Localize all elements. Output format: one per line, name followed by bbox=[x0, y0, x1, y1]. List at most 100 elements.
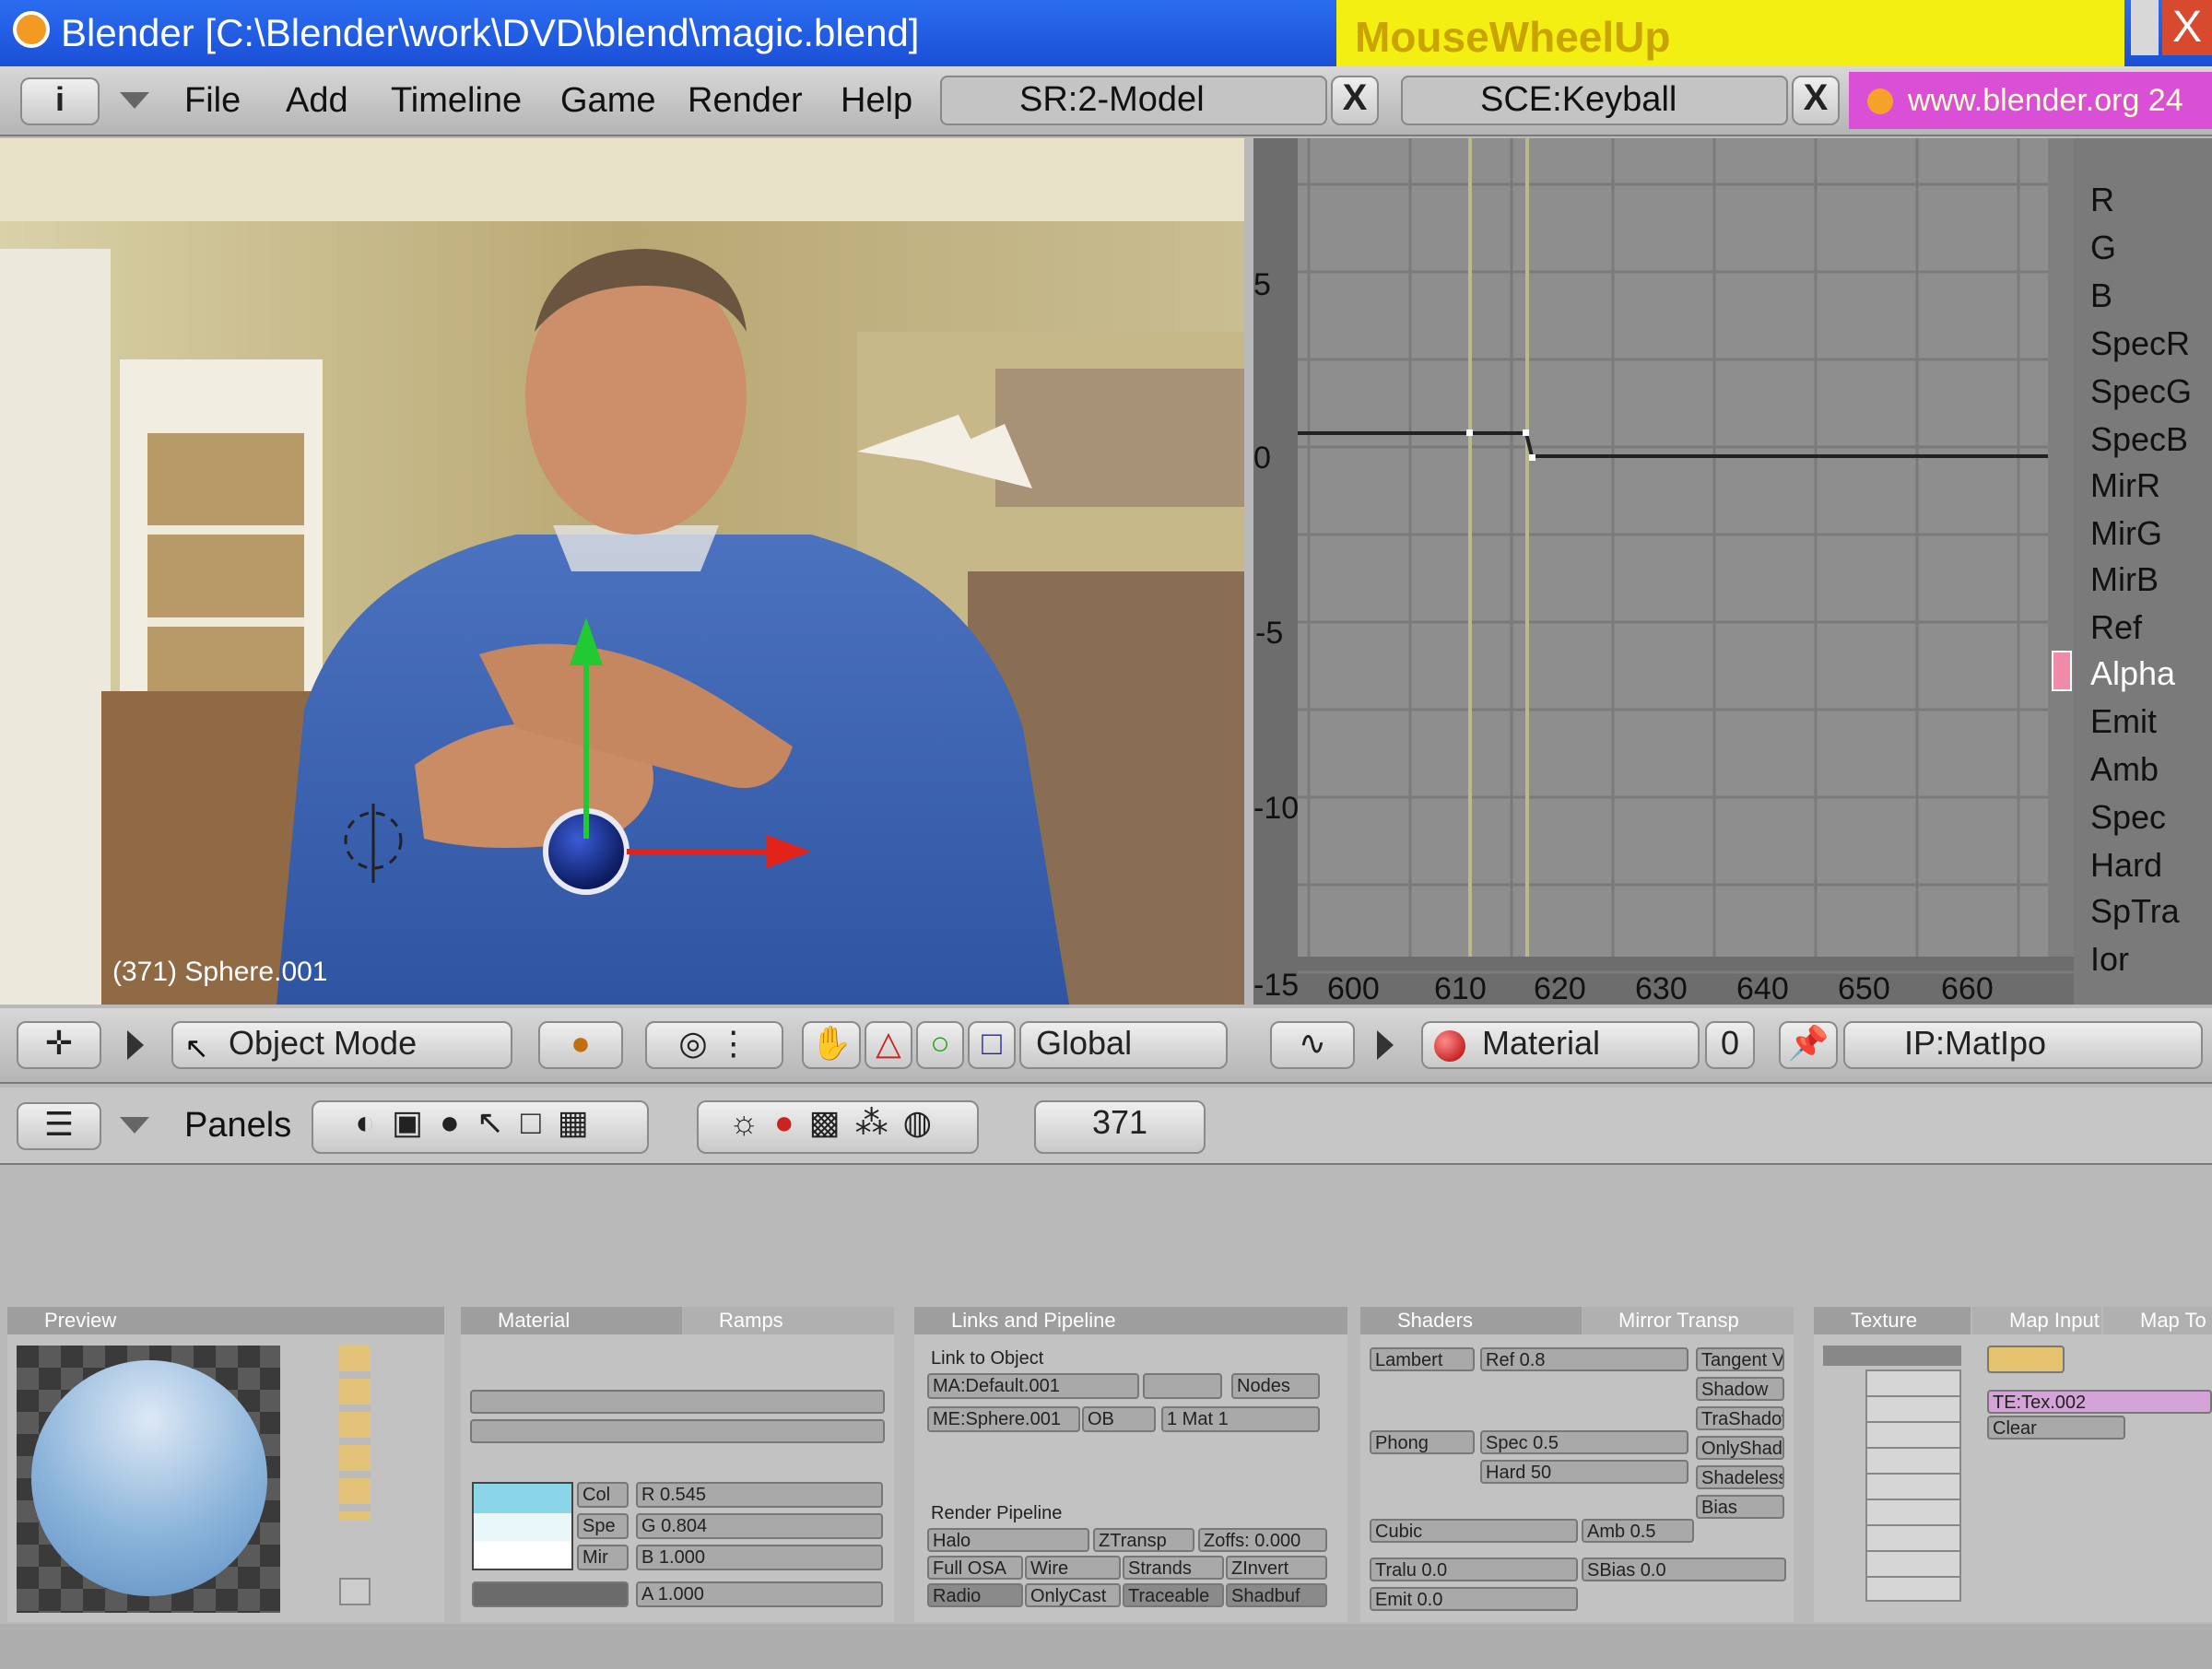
swatch-mir-label[interactable]: Mir bbox=[577, 1545, 629, 1570]
restore-button[interactable] bbox=[2131, 0, 2159, 55]
trashadow-toggle[interactable]: TraShadow bbox=[1696, 1406, 1784, 1430]
object-link-button[interactable]: OB bbox=[1082, 1406, 1156, 1432]
color-g-slider[interactable]: G 0.804 bbox=[636, 1513, 883, 1539]
shadow-toggle[interactable]: Shadow bbox=[1696, 1377, 1784, 1401]
onlyshad-toggle[interactable]: OnlyShad bbox=[1696, 1436, 1784, 1460]
window-type-buttons-button[interactable]: ☰ bbox=[17, 1102, 101, 1150]
ipo-index-field[interactable]: 0 bbox=[1705, 1021, 1755, 1069]
channel-mirg[interactable]: MirG bbox=[2090, 514, 2162, 553]
scene-selector[interactable]: SCE:Keyball bbox=[1401, 76, 1788, 125]
menu-render[interactable]: Render bbox=[688, 77, 803, 123]
hard-slider[interactable]: Hard 50 bbox=[1480, 1460, 1688, 1484]
mesh-link-field[interactable]: ME:Sphere.001 bbox=[927, 1406, 1080, 1432]
shadbuf-toggle[interactable]: Shadbuf bbox=[1226, 1583, 1327, 1607]
material-flags-row[interactable] bbox=[470, 1390, 885, 1414]
emit-slider[interactable]: Emit 0.0 bbox=[1370, 1587, 1578, 1611]
halo-toggle[interactable]: Halo bbox=[927, 1528, 1089, 1552]
channel-mirb[interactable]: MirB bbox=[2090, 560, 2159, 599]
specular-shader-select[interactable]: Phong bbox=[1370, 1430, 1475, 1454]
texture-name-field[interactable]: TE:Tex.002 bbox=[1987, 1390, 2212, 1414]
collapse-menu-icon[interactable] bbox=[120, 92, 149, 109]
channel-specr[interactable]: SpecR bbox=[2090, 324, 2190, 363]
screen-selector[interactable]: SR:2-Model bbox=[940, 76, 1327, 125]
menu-game[interactable]: Game bbox=[560, 77, 655, 123]
onlycast-toggle[interactable]: OnlyCast bbox=[1025, 1583, 1121, 1607]
channel-emit[interactable]: Emit bbox=[2090, 702, 2157, 741]
scale-manipulator[interactable]: □ bbox=[968, 1021, 1016, 1069]
channel-specg[interactable]: SpecG bbox=[2090, 372, 2192, 411]
mode-selector[interactable]: Object Mode bbox=[171, 1021, 512, 1069]
window-close-button[interactable]: X bbox=[2162, 0, 2212, 55]
nodes-button[interactable]: Nodes bbox=[1231, 1373, 1320, 1399]
context-buttons-group[interactable]: ◐▣●↖□▦ bbox=[312, 1100, 649, 1154]
menu-add[interactable]: Add bbox=[286, 77, 348, 123]
alpha-slider[interactable]: A 1.000 bbox=[636, 1581, 883, 1607]
panel-header-material[interactable]: Material bbox=[461, 1307, 682, 1334]
channel-sptra[interactable]: SpTra bbox=[2090, 892, 2180, 931]
draw-type-selector[interactable]: ● bbox=[538, 1021, 623, 1069]
strands-toggle[interactable]: Strands bbox=[1123, 1556, 1224, 1580]
zoffs-field[interactable]: Zoffs: 0.000 bbox=[1198, 1528, 1327, 1552]
menu-help[interactable]: Help bbox=[841, 77, 912, 123]
ipo-expand-menu-icon[interactable] bbox=[1377, 1030, 1394, 1060]
zinvert-toggle[interactable]: ZInvert bbox=[1226, 1556, 1327, 1580]
rotate-manipulator[interactable]: ○ bbox=[916, 1021, 964, 1069]
preview-refresh-button[interactable] bbox=[339, 1578, 371, 1605]
window-type-ipo-button[interactable]: ∿ bbox=[1270, 1021, 1355, 1069]
panel-tab-map-input[interactable]: Map Input bbox=[1972, 1307, 2101, 1334]
window-type-3d-button[interactable]: ✛ bbox=[17, 1021, 101, 1069]
expand-menu-icon[interactable] bbox=[127, 1030, 144, 1060]
channel-mirr[interactable]: MirR bbox=[2090, 466, 2160, 505]
orientation-selector[interactable]: Global bbox=[1019, 1021, 1228, 1069]
channel-b[interactable]: B bbox=[2090, 276, 2112, 315]
channel-spec[interactable]: Spec bbox=[2090, 798, 2166, 837]
radio-toggle[interactable]: Radio bbox=[927, 1583, 1023, 1607]
color-swatches[interactable] bbox=[472, 1482, 573, 1570]
channel-alpha[interactable]: Alpha bbox=[2090, 654, 2175, 693]
wire-toggle[interactable]: Wire bbox=[1025, 1556, 1121, 1580]
pivot-selector[interactable]: ◎ ⋮ bbox=[645, 1021, 783, 1069]
swatch-col-label[interactable]: Col bbox=[577, 1482, 629, 1508]
buttons-collapse-icon[interactable] bbox=[120, 1117, 149, 1134]
texture-channel-list[interactable] bbox=[1865, 1369, 1961, 1602]
panel-header-links[interactable]: Links and Pipeline bbox=[914, 1307, 1347, 1334]
ipo-block-selector[interactable]: IP:MatIpo bbox=[1843, 1021, 2203, 1069]
full-osa-toggle[interactable]: Full OSA bbox=[927, 1556, 1023, 1580]
color-b-slider[interactable]: B 1.000 bbox=[636, 1545, 883, 1570]
info-window-button[interactable]: i bbox=[20, 77, 100, 125]
color-r-slider[interactable]: R 0.545 bbox=[636, 1482, 883, 1508]
texture-browse-button[interactable] bbox=[1987, 1346, 2065, 1373]
ipo-graph[interactable] bbox=[1253, 138, 2212, 1005]
material-index-field[interactable]: 1 Mat 1 bbox=[1161, 1406, 1320, 1432]
preview-type-buttons[interactable] bbox=[339, 1346, 371, 1521]
channel-r[interactable]: R bbox=[2090, 181, 2114, 219]
channel-specb[interactable]: SpecB bbox=[2090, 420, 2188, 459]
panel-header-shaders[interactable]: Shaders bbox=[1360, 1307, 1582, 1334]
ipo-editor[interactable] bbox=[1253, 138, 2212, 1005]
menu-timeline[interactable]: Timeline bbox=[391, 77, 522, 123]
ztransp-toggle[interactable]: ZTransp bbox=[1093, 1528, 1194, 1552]
cubic-toggle[interactable]: Cubic bbox=[1370, 1519, 1578, 1543]
web-link-bar[interactable]: www.blender.org 24 bbox=[1849, 72, 2212, 129]
manipulator-toggle[interactable]: ✋ bbox=[802, 1021, 861, 1069]
pin-button[interactable]: 📌 bbox=[1779, 1021, 1838, 1069]
sbias-slider[interactable]: SBias 0.0 bbox=[1582, 1557, 1786, 1581]
texture-channel-active[interactable] bbox=[1823, 1346, 1961, 1366]
panel-header-preview[interactable]: Preview bbox=[7, 1307, 444, 1334]
menu-file[interactable]: File bbox=[184, 77, 241, 123]
spec-slider[interactable]: Spec 0.5 bbox=[1480, 1430, 1688, 1454]
texture-clear-button[interactable]: Clear bbox=[1987, 1416, 2125, 1440]
3d-viewport[interactable]: (371) Sphere.001 bbox=[0, 138, 1244, 1005]
material-name-field[interactable]: MA:Default.001 bbox=[927, 1373, 1139, 1399]
channel-ref[interactable]: Ref bbox=[2090, 608, 2142, 647]
bias-toggle[interactable]: Bias bbox=[1696, 1495, 1784, 1519]
panel-tab-mirror-transp[interactable]: Mirror Transp bbox=[1582, 1307, 1794, 1334]
ref-slider[interactable]: Ref 0.8 bbox=[1480, 1347, 1688, 1371]
scene-delete-button[interactable]: X bbox=[1792, 76, 1840, 125]
translate-manipulator[interactable]: △ bbox=[865, 1021, 912, 1069]
shadeless-toggle[interactable]: Shadeless bbox=[1696, 1465, 1784, 1489]
channel-amb[interactable]: Amb bbox=[2090, 750, 2159, 789]
material-users-button[interactable] bbox=[1143, 1373, 1222, 1399]
color-model-buttons[interactable] bbox=[472, 1581, 629, 1607]
frame-counter[interactable]: 371 bbox=[1034, 1100, 1206, 1154]
